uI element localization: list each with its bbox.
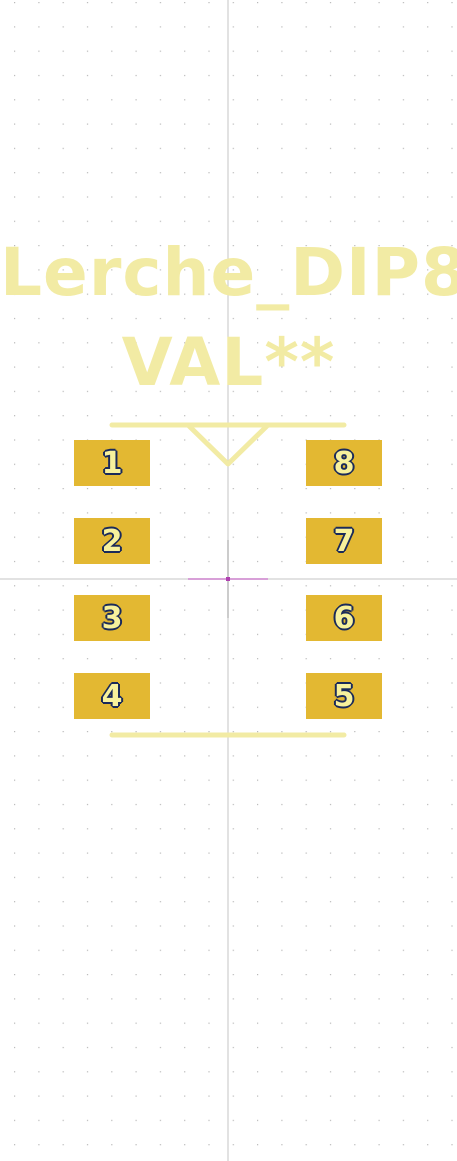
pad-8[interactable]: 8 [306,440,382,486]
pad-4[interactable]: 4 [74,673,150,719]
pad-number-label: 8 [333,445,355,481]
pad-number-label: 5 [333,678,355,714]
reference-designator[interactable]: Lerche_DIP8 [0,240,457,306]
pad-2[interactable]: 2 [74,518,150,564]
pad-6[interactable]: 6 [306,595,382,641]
pad-number-label: 7 [333,523,355,559]
value-label[interactable]: VAL** [0,330,457,396]
pad-5[interactable]: 5 [306,673,382,719]
pad-7[interactable]: 7 [306,518,382,564]
pad-1[interactable]: 1 [74,440,150,486]
footprint-drawing [0,0,457,1161]
pad-3[interactable]: 3 [74,595,150,641]
pad-number-label: 4 [101,678,123,714]
pad-number-label: 2 [101,523,123,559]
pcb-footprint-canvas[interactable]: Lerche_DIP8 VAL** 1 2 3 4 5 6 7 8 [0,0,457,1161]
pad-number-label: 1 [101,445,123,481]
pad-number-label: 3 [101,600,123,636]
pad-number-label: 6 [333,600,355,636]
anchor-point [226,577,230,581]
